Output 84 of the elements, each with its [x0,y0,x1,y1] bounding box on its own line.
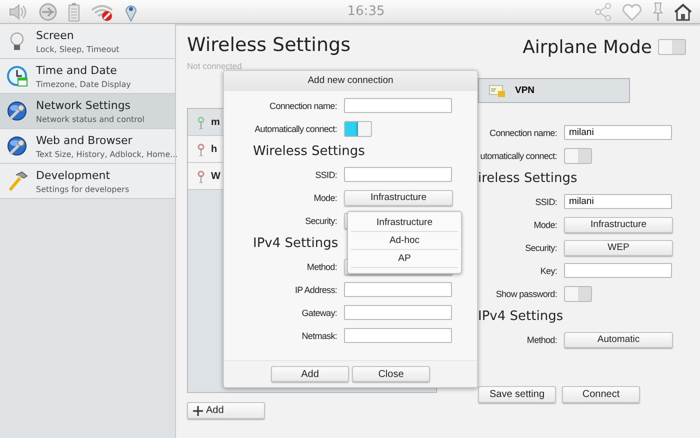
clock-icon [6,65,28,87]
field-label: Security: [304,216,337,226]
dialog-button[interactable]: Close [352,366,430,382]
item-title: Network Settings [36,98,132,112]
select-button[interactable]: WEP [564,240,673,256]
plus-icon [193,406,203,416]
share-icon[interactable] [594,2,612,20]
tab[interactable]: VPN [478,78,630,103]
sidebar-item[interactable]: Screen Lock, Sleep, Timeout [0,24,175,59]
form-button[interactable]: Connect [562,386,640,403]
antenna-icon [196,169,206,183]
field-label: Method: [306,262,337,272]
field-label: IP Address: [294,284,337,294]
dropdown-option[interactable]: AP [351,250,458,268]
form-button[interactable]: Save setting [478,386,556,403]
text-field[interactable] [564,263,672,278]
text-field[interactable] [344,167,452,182]
item-subtitle: Network status and control [36,114,144,124]
speaker-icon[interactable] [8,2,28,20]
sidebar-item[interactable]: Development Settings for developers [0,164,175,199]
dropdown-option[interactable]: Ad-hoc [351,232,458,250]
dialog-title: Add new connection [224,71,477,91]
heart-icon[interactable] [622,2,642,20]
field-label: Method: [526,334,557,344]
antenna-icon [196,142,206,156]
pushpin-icon[interactable] [652,2,664,22]
text-field[interactable] [344,282,452,297]
toggle-switch[interactable] [344,120,372,136]
select-button[interactable]: Automatic [564,332,673,348]
network-name: h [211,144,218,154]
clock-time: 16:35 [347,4,385,19]
field-label: Connection name: [268,100,337,110]
field-label: Key: [539,266,557,276]
field-label: Security: [524,242,557,252]
text-field[interactable] [344,328,452,343]
network-name: m [211,116,220,128]
text-field[interactable]: milani [564,125,672,140]
item-subtitle: Timezone, Date Display [36,80,131,88]
dropdown-option[interactable]: Infrastructure [351,214,458,232]
text-field[interactable] [344,98,452,113]
card-icon [489,84,505,96]
network-name: W [211,170,220,182]
select-button[interactable]: Infrastructure [564,216,673,232]
select-button[interactable]: Infrastructure [344,190,453,206]
field-label: Mode: [532,220,557,230]
field-label: Connection name: [488,128,557,138]
globe-wrench-icon [6,135,28,157]
home-icon[interactable] [674,2,692,20]
field-label: SSID: [534,196,557,206]
sidebar-item[interactable]: Time and Date Timezone, Date Display [0,59,175,94]
field-label: SSID: [314,170,337,180]
field-label: Automatically connect: [254,124,337,134]
field-label: Netmask: [300,330,337,340]
sidebar-item[interactable]: Network Settings Network status and control [0,94,175,129]
item-subtitle: Settings for developers [36,184,130,194]
hammer-icon [6,170,28,192]
globe-wrench-icon [6,100,28,122]
section-heading: ireless Settings [478,170,578,188]
airplane-mode-label: Airplane Mode [522,36,652,58]
section-heading: IPv4 Settings [478,308,564,326]
item-title: Development [36,168,112,182]
field-label: Mode: [312,192,337,202]
field-label: Gateway: [300,308,337,318]
section-heading: Wireless Settings [253,143,365,161]
text-field[interactable] [344,305,452,320]
page-title: Wireless Settings [187,34,350,56]
item-title: Time and Date [36,64,118,76]
sidebar-item[interactable]: Web and Browser Text Size, History, Adblock, Home... [0,129,175,164]
item-title: Web and Browser [36,134,134,146]
antenna-icon [196,115,206,129]
section-heading: IPv4 Settings [253,235,338,253]
field-label: Show password: [494,288,557,298]
item-title: Screen [36,28,75,42]
toggle-switch[interactable] [564,286,592,302]
toggle-switch[interactable] [658,39,686,55]
dialog-button[interactable]: Add [271,366,349,382]
battery-icon[interactable] [68,2,80,22]
toggle-switch[interactable] [564,148,592,164]
field-label: utomatically connect: [479,150,557,160]
item-subtitle: Text Size, History, Adblock, Home... [36,150,178,158]
add-button[interactable]: Add [187,402,265,419]
connection-status: Not connected [187,61,242,71]
text-field[interactable]: milani [564,194,672,209]
item-subtitle: Lock, Sleep, Timeout [36,44,120,54]
